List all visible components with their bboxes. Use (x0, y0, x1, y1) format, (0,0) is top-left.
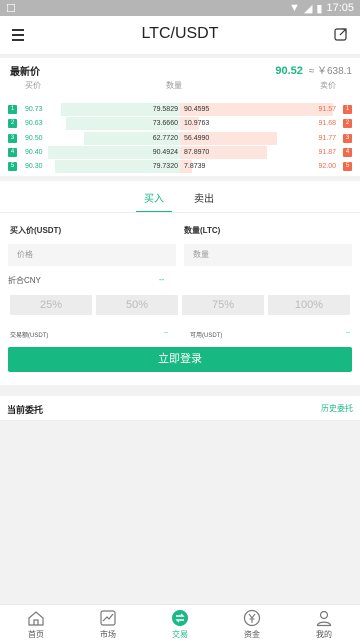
ask-price: 92.00 (318, 163, 336, 171)
bid-rank-badge: 4 (8, 147, 17, 157)
status-bar: ☐ ▼ ◢ ▮ 17:05 (0, 0, 360, 16)
nav-assets[interactable]: 资金 (216, 609, 288, 640)
nav-mine-label: 我的 (316, 630, 332, 639)
tab-sell[interactable]: 卖出 (194, 190, 214, 205)
nav-market-label: 市场 (100, 630, 116, 639)
user-icon (316, 610, 332, 627)
order-history-link[interactable]: 历史委托 (321, 403, 353, 414)
order-book: 最新价 90.52 ≈ ￥638.1 买价 数量 卖价 1 90.73 79.582… (0, 58, 360, 176)
nav-home-label: 首页 (28, 630, 44, 639)
bid-qty: 79.5829 (152, 106, 178, 113)
assets-yen-icon (243, 609, 261, 627)
ask-price: 91.57 (318, 106, 336, 113)
nav-assets-label: 资金 (244, 630, 260, 639)
ask-qty: 87.8970 (184, 148, 210, 156)
current-orders-title: 当前委托 (7, 405, 44, 415)
signal-icon: ◢ (303, 2, 313, 15)
share-icon[interactable] (334, 27, 348, 41)
ask-qty: 10.9763 (184, 120, 210, 128)
order-row[interactable]: 1 90.73 79.5829 90.4595 91.57 1 (0, 103, 360, 117)
notification-icon: ☐ (6, 2, 16, 15)
nav-home[interactable]: 首页 (0, 609, 72, 640)
trade-panel: 买入 卖出 买入价(USDT) 数量(LTC) 价格 数量 折合CNY -- 2… (0, 181, 360, 385)
bid-rank-badge: 1 (8, 105, 17, 114)
bid-rank-badge: 3 (8, 133, 17, 143)
cny-value: -- (159, 275, 165, 284)
bid-qty: 79.7320 (152, 163, 178, 171)
home-icon (28, 611, 44, 626)
amount-label: 交易额(USDT) (10, 333, 49, 339)
bid-price: 90.50 (25, 134, 43, 142)
latest-price-box: 90.52 ≈ ￥638.1 (275, 62, 352, 77)
bid-rank-badge: 2 (8, 119, 17, 129)
battery-icon: ▮ (316, 2, 323, 15)
pct-100-button[interactable]: 100% (268, 295, 350, 315)
latest-price-label: 最新价 (10, 67, 40, 78)
ask-rank-badge: 2 (343, 119, 352, 129)
market-chart-icon (100, 610, 116, 626)
pct-25-button[interactable]: 25% (10, 295, 92, 315)
column-sell: 卖价 (320, 81, 336, 90)
ask-qty: 56.4990 (184, 134, 210, 142)
bid-price: 90.73 (25, 106, 43, 113)
latest-price: 90.52 (275, 65, 303, 77)
bottom-nav: 首页 市场 交易 资金 我的 (0, 604, 360, 641)
column-qty: 数量 (166, 81, 182, 90)
top-bar: LTC/USDT (0, 16, 360, 55)
available-value: -- (346, 330, 350, 336)
qty-input[interactable]: 数量 (184, 244, 352, 266)
order-row[interactable]: 3 90.50 62.7720 56.4990 91.77 3 (0, 131, 360, 146)
ask-rank-badge: 1 (343, 105, 352, 114)
ask-rank-badge: 3 (343, 133, 352, 143)
pct-75-button[interactable]: 75% (182, 295, 264, 315)
ask-rank-badge: 5 (343, 162, 352, 172)
nav-trade[interactable]: 交易 (144, 609, 216, 640)
nav-mine[interactable]: 我的 (288, 609, 360, 640)
bid-price: 90.30 (25, 163, 43, 171)
pct-50-button[interactable]: 50% (96, 295, 178, 315)
ask-price: 91.68 (318, 120, 336, 128)
order-rows: 1 90.73 79.5829 90.4595 91.57 1 2 90.63 73.6660 1… (0, 103, 360, 174)
bid-price: 90.63 (25, 120, 43, 128)
nav-market[interactable]: 市场 (72, 609, 144, 640)
ask-qty: 90.4595 (184, 106, 210, 113)
order-row[interactable]: 4 90.40 90.4924 87.8970 91.87 4 (0, 145, 360, 160)
status-time: 17:05 (326, 2, 354, 14)
bid-qty: 90.4924 (152, 148, 178, 156)
order-row[interactable]: 5 90.30 79.7320 7.8739 92.00 5 (0, 160, 360, 174)
bid-qty: 73.6660 (152, 120, 178, 128)
nav-trade-label: 交易 (172, 630, 188, 639)
column-buy: 买价 (25, 81, 41, 90)
ask-rank-badge: 4 (343, 147, 352, 157)
bid-qty: 62.7720 (152, 134, 178, 142)
tab-divider (0, 212, 360, 213)
page-title: LTC/USDT (141, 25, 219, 42)
login-button[interactable]: 立即登录 (8, 347, 352, 372)
cny-label: 折合CNY (8, 276, 41, 285)
tab-buy[interactable]: 买入 (136, 190, 172, 213)
price-input[interactable]: 价格 (8, 244, 176, 266)
qty-label: 数量(LTC) (184, 226, 221, 235)
bid-price: 90.40 (25, 148, 43, 156)
ask-price: 91.87 (318, 148, 336, 156)
ask-price: 91.77 (318, 134, 336, 142)
price-label: 买入价(USDT) (10, 226, 62, 235)
current-orders-header: 当前委托 历史委托 (0, 396, 360, 421)
trade-exchange-icon (172, 610, 188, 626)
amount-value: -- (164, 330, 168, 336)
wifi-icon: ▼ (289, 2, 300, 14)
latest-price-cny: ≈ ￥638.1 (308, 66, 352, 77)
available-label: 可用(USDT) (190, 333, 223, 339)
bid-rank-badge: 5 (8, 162, 17, 172)
order-row[interactable]: 2 90.63 73.6660 10.9763 91.68 2 (0, 117, 360, 131)
ask-qty: 7.8739 (184, 163, 206, 171)
